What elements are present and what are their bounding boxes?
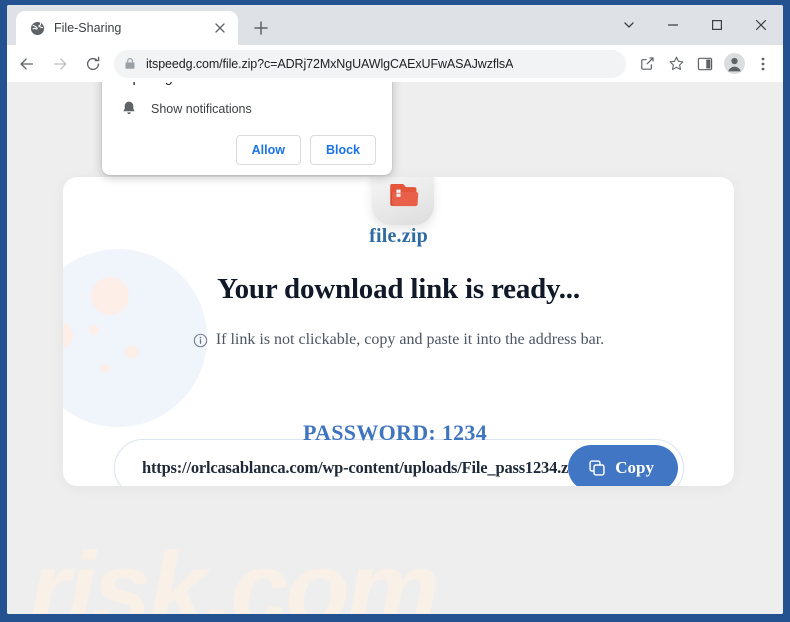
permission-actions: Allow Block xyxy=(118,135,376,165)
bell-icon xyxy=(121,100,137,117)
forward-arrow-icon[interactable] xyxy=(44,50,76,78)
minimize-icon[interactable] xyxy=(651,5,695,45)
allow-button[interactable]: Allow xyxy=(235,135,301,165)
copy-button-label: Copy xyxy=(615,458,654,477)
tab-strip: File-Sharing xyxy=(7,5,783,45)
maximize-icon[interactable] xyxy=(695,5,739,45)
decorative-dot xyxy=(101,364,110,373)
back-arrow-icon[interactable] xyxy=(11,50,43,78)
info-icon xyxy=(193,333,208,348)
profile-avatar-icon[interactable] xyxy=(720,50,748,78)
block-button[interactable]: Block xyxy=(309,135,376,165)
copy-icon xyxy=(588,459,606,477)
window-frame: File-Sharing itspeedg.com/file.zip?c=ADR… xyxy=(0,0,790,622)
download-link-field[interactable]: https://orlcasablanca.com/wp-content/upl… xyxy=(114,439,684,486)
lock-icon[interactable] xyxy=(118,52,142,76)
password-text: PASSWORD: 1234 xyxy=(302,420,488,445)
three-dot-menu-icon[interactable] xyxy=(749,50,777,78)
browser-window: File-Sharing itspeedg.com/file.zip?c=ADR… xyxy=(7,5,783,614)
window-controls xyxy=(607,5,783,45)
new-tab-button[interactable] xyxy=(246,13,276,43)
globe-icon xyxy=(29,20,45,36)
close-window-icon[interactable] xyxy=(739,5,783,45)
permission-item: Show notifications xyxy=(118,100,376,117)
permission-dialog-title: itspeedg.com wants to xyxy=(118,82,376,86)
hint-text: If link is not clickable, copy and paste… xyxy=(215,331,605,348)
browser-toolbar: itspeedg.com/file.zip?c=ADRj72MxNgUAWlgC… xyxy=(7,45,783,82)
tab-title: File-Sharing xyxy=(54,21,122,35)
permission-item-label: Show notifications xyxy=(151,101,252,116)
tab-file-sharing[interactable]: File-Sharing xyxy=(16,11,238,45)
download-link-text: https://orlcasablanca.com/wp-content/upl… xyxy=(142,458,569,477)
tab-close-icon[interactable] xyxy=(211,19,229,37)
notification-permission-dialog: itspeedg.com wants to Show notifications… xyxy=(102,82,392,175)
chevron-down-icon[interactable] xyxy=(607,5,651,45)
reload-icon[interactable] xyxy=(77,50,109,78)
page-viewport: 7/ risk.com xyxy=(7,82,783,614)
copy-button[interactable]: Copy xyxy=(568,445,678,486)
hint-row: If link is not clickable, copy and paste… xyxy=(63,331,734,349)
page-title: Your download link is ready... xyxy=(217,273,580,305)
side-panel-icon[interactable] xyxy=(691,50,719,78)
file-name-link[interactable]: file.zip xyxy=(63,225,734,248)
share-icon[interactable] xyxy=(633,50,661,78)
background-watermark-risk: risk.com xyxy=(29,531,440,614)
address-bar[interactable]: itspeedg.com/file.zip?c=ADRj72MxNgUAWlgC… xyxy=(114,49,626,78)
card-content: file.zip Your download link is ready... … xyxy=(63,177,734,349)
address-bar-url: itspeedg.com/file.zip?c=ADRj72MxNgUAWlgC… xyxy=(146,56,514,71)
star-icon[interactable] xyxy=(662,50,690,78)
